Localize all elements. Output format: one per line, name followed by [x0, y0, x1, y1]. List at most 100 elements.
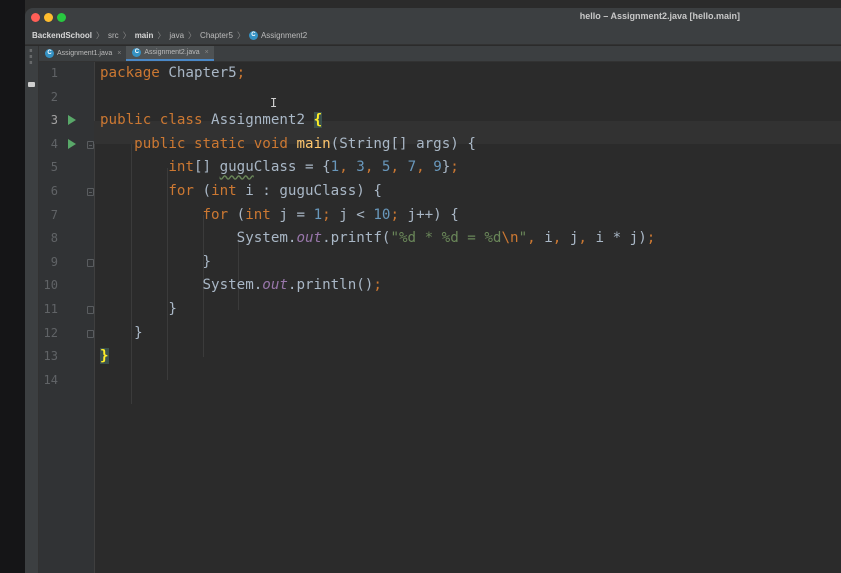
close-tab-icon[interactable]: ×	[205, 49, 209, 56]
code-token: 9	[433, 159, 442, 176]
line-number[interactable]: 9	[39, 251, 58, 275]
code-token: int	[211, 183, 237, 199]
java-class-icon: C	[45, 49, 54, 58]
code-text[interactable]: System.out.println();	[100, 274, 382, 298]
code-text[interactable]: for (int i : guguClass) {	[100, 180, 382, 204]
line-number[interactable]: 4	[39, 133, 58, 157]
code-token: Assignment2	[202, 112, 314, 129]
code-token: i : guguClass) {	[236, 183, 382, 199]
project-tool-button[interactable]: ≡ ≡ ≡	[27, 48, 35, 66]
code-token: public	[100, 112, 152, 129]
line-number[interactable]: 2	[39, 86, 58, 110]
breadcrumb: BackendSchool 〉 src 〉 main 〉 java 〉 Chapter5 〉 C As…	[25, 27, 841, 45]
fold-marker-icon[interactable]	[87, 188, 94, 196]
line-number[interactable]: 3	[39, 109, 58, 133]
code-token: System.	[100, 277, 263, 294]
code-token: ;	[236, 65, 246, 81]
code-text[interactable]: }	[100, 298, 177, 322]
line-number[interactable]: 6	[39, 180, 58, 204]
code-text[interactable]: int[] guguClass = {1, 3, 5, 7, 9};	[100, 156, 459, 180]
code-line: 4 public static void main(String[] args)…	[39, 133, 841, 157]
code-token: class	[159, 112, 203, 129]
code-token: for	[168, 183, 194, 199]
breadcrumb-item[interactable]: BackendSchool	[32, 31, 92, 40]
code-token: package	[100, 65, 160, 81]
code-token: Chapter5	[159, 65, 237, 81]
editor-tab[interactable]: C Assignment2.java ×	[126, 46, 214, 61]
breadcrumb-separator: 〉	[188, 31, 197, 40]
code-token: (	[193, 183, 212, 199]
code-token: i * j)	[586, 230, 647, 247]
code-token: System.	[100, 230, 297, 247]
code-token: void	[253, 135, 288, 152]
code-text[interactable]: }	[100, 322, 143, 346]
line-number[interactable]: 1	[39, 62, 58, 86]
breadcrumb-item[interactable]: main	[135, 31, 154, 40]
code-token: int	[168, 159, 194, 176]
line-number[interactable]: 13	[39, 345, 58, 369]
code-text[interactable]: }	[100, 345, 109, 369]
line-number[interactable]: 7	[39, 204, 58, 228]
code-text[interactable]: public static void main(String[] args) {	[100, 133, 476, 157]
code-line: 9 }	[39, 251, 841, 275]
breadcrumb-item[interactable]: src	[108, 31, 119, 40]
run-icon[interactable]	[68, 115, 76, 126]
code-token: ;	[373, 277, 382, 294]
code-line: 1 package Chapter5;	[39, 62, 841, 86]
folder-icon[interactable]	[28, 82, 35, 87]
window-title: hello – Assignment2.java [hello.main]	[579, 11, 740, 21]
editor-tab[interactable]: C Assignment1.java ×	[39, 46, 126, 61]
code-line: 7 for (int j = 1; j < 10; j++) {	[39, 204, 841, 228]
code-token: ,	[390, 159, 400, 176]
code-text[interactable]: }	[100, 251, 211, 275]
line-number[interactable]: 11	[39, 298, 58, 322]
code-token: }	[100, 324, 143, 341]
breadcrumb-label: src	[108, 31, 119, 40]
line-number[interactable]: 12	[39, 322, 58, 346]
fold-marker-icon[interactable]	[87, 329, 94, 338]
code-token: ,	[339, 159, 348, 176]
code-token: j =	[270, 206, 314, 223]
code-line: 13}	[39, 345, 841, 369]
code-text[interactable]: System.out.printf("%d * %d = %d\n", i, j…	[100, 227, 656, 251]
code-token: public	[134, 135, 186, 152]
breadcrumb-item[interactable]: java	[169, 31, 184, 40]
code-token: }	[100, 301, 177, 317]
code-editor[interactable]: 1 package Chapter5; 2 3 public class Assignm…	[39, 62, 841, 573]
run-icon[interactable]	[68, 138, 76, 149]
breadcrumb-label: Assignment2	[260, 30, 308, 40]
code-token: 1	[313, 206, 323, 223]
code-token: j	[561, 230, 579, 247]
line-number[interactable]: 10	[39, 274, 58, 298]
line-number[interactable]: 5	[39, 156, 58, 180]
code-token: 3	[356, 159, 365, 176]
code-token: ,	[416, 159, 425, 176]
breadcrumb-item[interactable]: Chapter5	[200, 31, 233, 40]
text-cursor-icon: I	[270, 96, 278, 110]
close-tab-icon[interactable]: ×	[117, 50, 121, 57]
code-text[interactable]: for (int j = 1; j < 10; j++) {	[100, 204, 459, 228]
code-token: 7	[407, 159, 417, 176]
breadcrumb-item[interactable]: C Assignment2	[248, 30, 308, 41]
fold-marker-icon[interactable]	[87, 258, 94, 267]
code-token: ;	[390, 206, 400, 223]
code-token: 1	[330, 159, 340, 176]
code-text[interactable]: public class Assignment2 {	[100, 109, 323, 133]
code-token: }	[100, 348, 109, 365]
code-token: j <	[330, 206, 374, 223]
line-number[interactable]: 14	[39, 369, 58, 393]
code-token: "	[518, 230, 528, 247]
code-text[interactable]: package Chapter5;	[100, 62, 245, 86]
fold-marker-icon[interactable]	[87, 306, 94, 314]
code-token: ;	[322, 206, 331, 223]
line-number[interactable]: 8	[39, 227, 58, 251]
code-token: {	[313, 112, 323, 129]
code-token: for	[202, 206, 229, 223]
fold-marker-icon[interactable]	[87, 140, 94, 149]
